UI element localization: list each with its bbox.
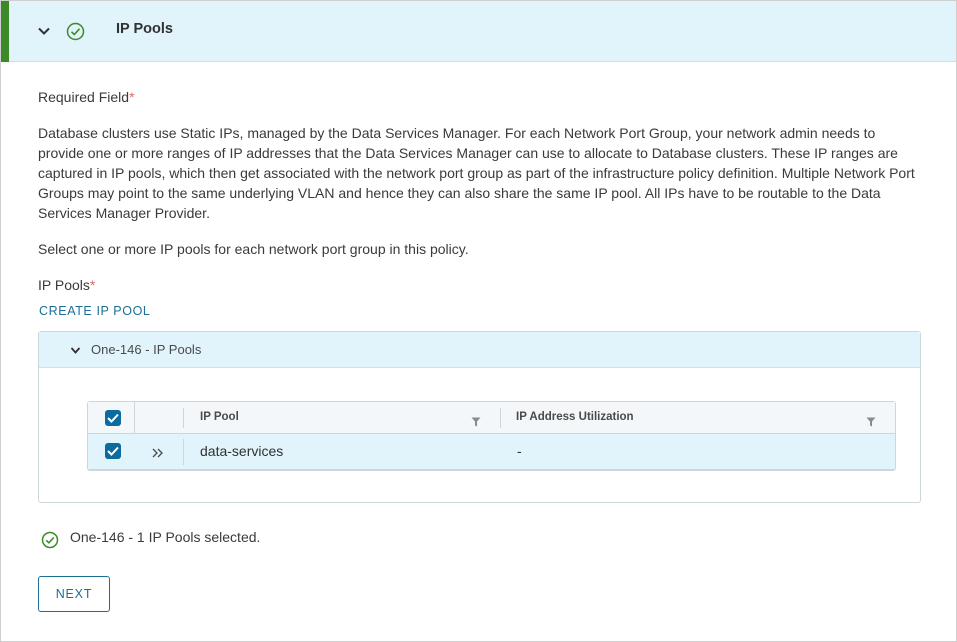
expand-row-icon[interactable]	[151, 446, 165, 458]
select-all-checkbox[interactable]	[105, 410, 121, 426]
create-ip-pool-link[interactable]: CREATE IP POOL	[39, 304, 150, 318]
description-paragraph: Database clusters use Static IPs, manage…	[38, 125, 915, 221]
filter-icon[interactable]	[866, 414, 876, 427]
check-circle-icon	[66, 22, 85, 41]
port-group-panel: One-146 - IP Pools IP Pool IP Address Ut…	[38, 331, 921, 503]
ip-pools-field-label: IP Pools*	[38, 275, 95, 295]
chevron-down-icon[interactable]	[36, 23, 52, 39]
step-title: IP Pools	[116, 21, 173, 37]
column-divider	[134, 402, 135, 434]
required-field-note: Required Field*	[38, 87, 135, 107]
column-divider	[500, 408, 501, 428]
column-divider	[183, 439, 184, 465]
field-required-marker: *	[89, 277, 96, 293]
ip-utilization-value: -	[517, 443, 522, 459]
check-circle-icon	[41, 531, 59, 549]
row-select-checkbox[interactable]	[105, 443, 121, 459]
chevron-down-icon[interactable]	[69, 344, 82, 357]
table-row[interactable]: data-services -	[88, 434, 895, 470]
datagrid-header: IP Pool IP Address Utilization	[88, 402, 895, 434]
ip-pool-name: data-services	[200, 443, 284, 459]
step-accent-bar	[1, 1, 9, 62]
required-field-label: Required Field	[38, 89, 130, 105]
column-header-ip-pool[interactable]: IP Pool	[200, 411, 239, 423]
next-button[interactable]: NEXT	[38, 576, 110, 612]
port-group-title: One-146 - IP Pools	[91, 342, 202, 357]
wizard-step-panel: IP Pools Required Field* Database cluste…	[0, 0, 957, 642]
ip-pool-datagrid: IP Pool IP Address Utilization data-serv…	[87, 401, 896, 471]
required-marker: *	[129, 89, 135, 105]
instruction-text: Select one or more IP pools for each net…	[38, 241, 469, 257]
field-label: IP Pools	[38, 277, 90, 293]
filter-icon[interactable]	[471, 414, 481, 427]
step-header[interactable]: IP Pools	[1, 1, 956, 62]
column-divider	[183, 408, 184, 428]
column-header-ip-utilization[interactable]: IP Address Utilization	[516, 411, 634, 423]
port-group-header[interactable]: One-146 - IP Pools	[39, 332, 920, 368]
selection-status-message: One-146 - 1 IP Pools selected.	[70, 529, 261, 545]
